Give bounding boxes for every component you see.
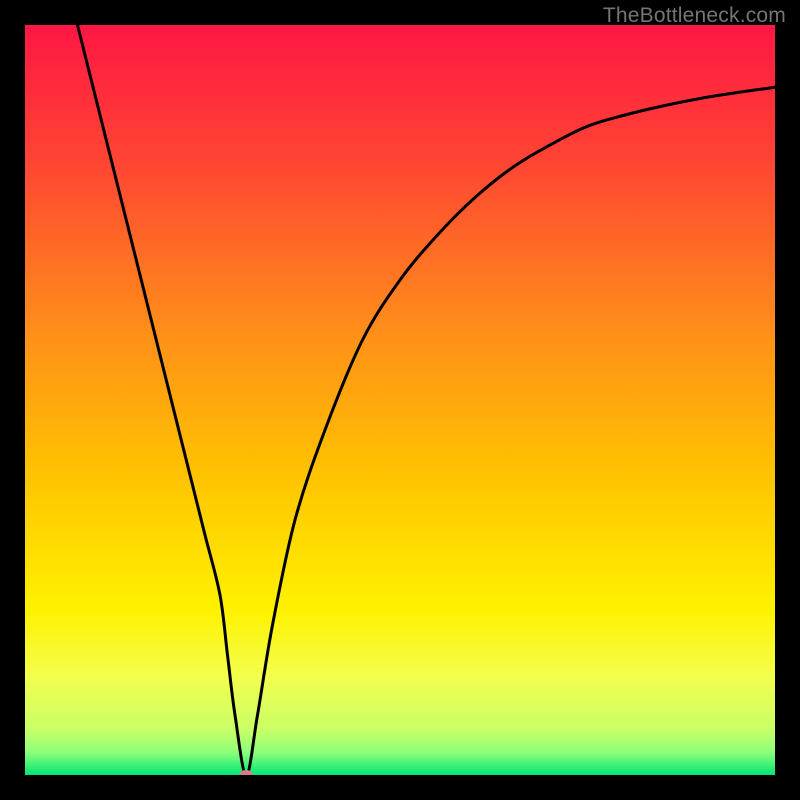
chart-container: TheBottleneck.com [0,0,800,800]
gradient-background [25,25,775,775]
plot-area [25,25,775,775]
chart-svg [25,25,775,775]
